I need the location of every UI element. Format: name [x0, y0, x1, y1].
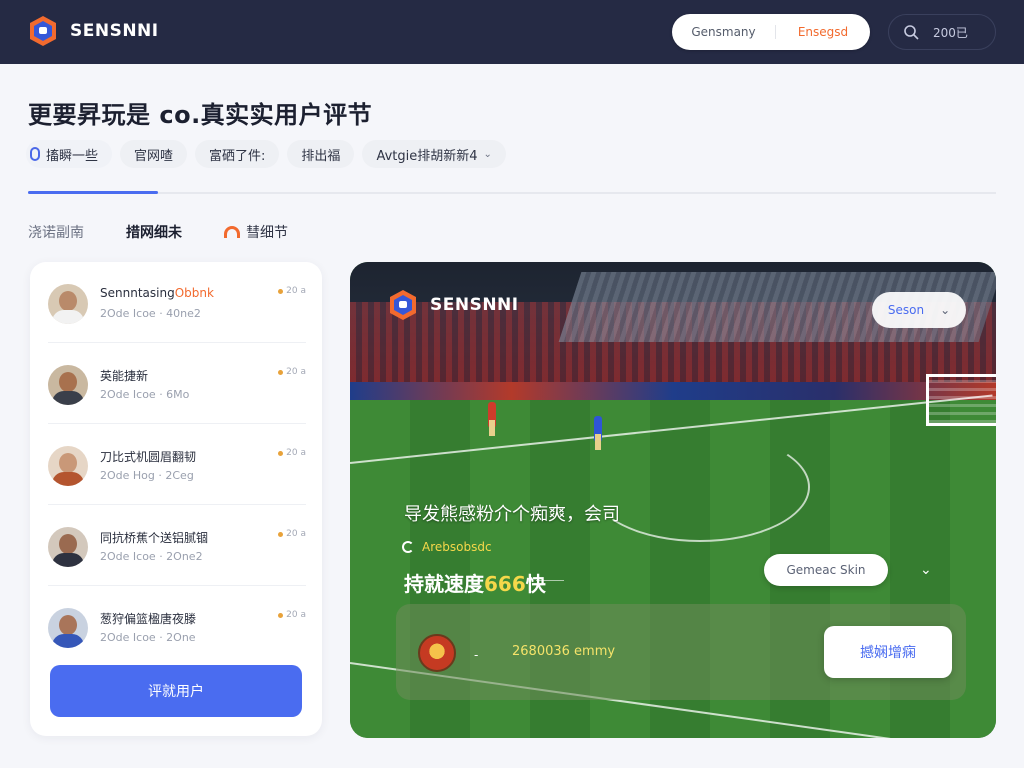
user-meta: 2Ode Icoe · 6Mo	[100, 388, 190, 401]
user-name: 刀比式机圆眉翻韧	[100, 450, 197, 464]
filter-chip-label: 排出福	[301, 148, 341, 164]
stadium-hero-card: SENSNNI Seson ⌄ 导发熊感粉介个痴爽，会司 Arebsobsdc …	[350, 262, 996, 738]
active-tab-indicator	[28, 191, 158, 194]
hero-cta-button[interactable]: 撼娴增痫	[824, 626, 952, 678]
filter-chip-3[interactable]: 富硒了件:	[195, 140, 280, 168]
player-figure	[488, 402, 496, 436]
mode-toggle: Gensmany Ensegsd	[672, 14, 870, 50]
page-title: 更要昇玩是 co.真实实用户评节	[28, 101, 373, 129]
user-meta: 2Ode Icoe · 2One2	[100, 550, 203, 563]
list-item[interactable]: SennntasingObbnk 2Ode Icoe · 40ne2 20 a	[48, 282, 306, 346]
user-badge: 20 a	[278, 529, 306, 539]
flame-icon	[224, 226, 240, 238]
list-item[interactable]: 刀比式机圆眉翻韧 2Ode Hog · 2Ceg 20 a	[48, 444, 306, 508]
header-divider	[28, 192, 996, 194]
list-divider	[48, 504, 306, 505]
user-name: 同抗桥蕉个送铝腻锢	[100, 531, 209, 545]
filter-chip-label: Avtgie排胡新新4	[376, 148, 478, 164]
list-divider	[48, 423, 306, 424]
hero-bottom-text: 2680036 emmy	[512, 644, 616, 659]
top-bar: SENSNNI Gensmany Ensegsd 200已	[0, 0, 1024, 64]
spinner-icon	[402, 541, 414, 553]
hero-headline: 导发熊感粉介个痴爽，会司	[404, 504, 620, 525]
season-label: Seson	[887, 303, 925, 317]
app-logo[interactable]: SENSNNI	[26, 14, 159, 48]
user-badge: 20 a	[278, 448, 306, 458]
stadium-logo: SENSNNI	[386, 288, 519, 322]
logo-mark-icon	[30, 16, 56, 46]
filter-chip-4[interactable]: 排出福	[287, 140, 355, 168]
subtab-2[interactable]: 措网细未	[126, 222, 182, 242]
filter-chip-label: 搐瞬一些	[46, 148, 99, 164]
subtab-3[interactable]: 彗细节	[224, 222, 288, 242]
hero-subline-text: Arebsobsdc	[422, 540, 492, 554]
filter-chip-1[interactable]: 搐瞬一些	[26, 140, 113, 168]
user-name: 英能捷新	[100, 369, 149, 383]
filter-chip-5[interactable]: Avtgie排胡新新4 ⌄	[362, 140, 506, 168]
user-badge: 20 a	[278, 286, 306, 296]
subtab-3-label: 彗细节	[246, 225, 288, 241]
filter-chip-label: 官网喳	[134, 148, 174, 164]
subtab-bar: 浇诺副南 措网细未 彗细节	[28, 222, 288, 242]
genre-style-button[interactable]: Gemeac Skin	[764, 554, 888, 586]
mode-option-right[interactable]: Ensegsd	[776, 25, 870, 39]
stadium-logo-text: SENSNNI	[430, 295, 519, 315]
player-figure	[594, 416, 602, 450]
hero-subline: Arebsobsdc	[402, 540, 492, 554]
avatar	[48, 284, 88, 324]
chevron-down-icon: ⌄	[483, 148, 492, 160]
avatar	[48, 527, 88, 567]
list-item[interactable]: 英能捷新 2Ode Icoe · 6Mo 20 a	[48, 363, 306, 427]
search-icon	[904, 25, 919, 40]
hero-speed: 持就速度666快	[404, 572, 546, 596]
user-name: 葱狩偏篮楹唐夜滕	[100, 612, 197, 626]
user-name: SennntasingObbnk	[100, 286, 214, 300]
season-dropdown[interactable]: Seson ⌄	[872, 292, 966, 328]
search-label: 200已	[933, 25, 968, 40]
list-divider	[48, 585, 306, 586]
ad-boards	[350, 382, 996, 400]
separator: -	[474, 648, 479, 662]
logo-mark-icon	[390, 290, 416, 320]
filter-row: 搐瞬一些 官网喳 富硒了件: 排出福 Avtgie排胡新新4 ⌄	[26, 140, 506, 168]
subtab-1[interactable]: 浇诺副南	[28, 222, 84, 242]
list-divider	[48, 342, 306, 343]
user-list-panel: SennntasingObbnk 2Ode Icoe · 40ne2 20 a …	[30, 262, 322, 736]
user-meta: 2Ode Icoe · 40ne2	[100, 307, 201, 320]
avatar	[48, 446, 88, 486]
user-meta: 2Ode Icoe · 2One	[100, 631, 196, 644]
list-item[interactable]: 葱狩偏篮楹唐夜滕 2Ode Icoe · 2One 20 a	[48, 606, 306, 670]
goal-net	[926, 374, 996, 426]
filter-chip-2[interactable]: 官网喳	[120, 140, 188, 168]
club-badge-icon	[418, 634, 456, 672]
list-item[interactable]: 同抗桥蕉个送铝腻锢 2Ode Icoe · 2One2 20 a	[48, 525, 306, 589]
avatar	[48, 365, 88, 405]
user-badge: 20 a	[278, 610, 306, 620]
chevron-down-icon: ⌄	[940, 303, 951, 317]
logo-text: SENSNNI	[70, 21, 159, 41]
hero-bottom-panel: - 2680036 emmy 撼娴增痫	[396, 604, 966, 700]
search-button[interactable]: 200已	[888, 14, 996, 50]
add-user-button[interactable]: 评就用户	[50, 665, 302, 717]
filter-chip-label: 富硒了件:	[209, 148, 266, 164]
user-badge: 20 a	[278, 367, 306, 377]
user-meta: 2Ode Hog · 2Ceg	[100, 469, 194, 482]
mode-option-left[interactable]: Gensmany	[672, 25, 776, 39]
chevron-down-icon[interactable]: ⌄	[920, 562, 932, 578]
pin-icon	[30, 147, 40, 161]
avatar	[48, 608, 88, 648]
